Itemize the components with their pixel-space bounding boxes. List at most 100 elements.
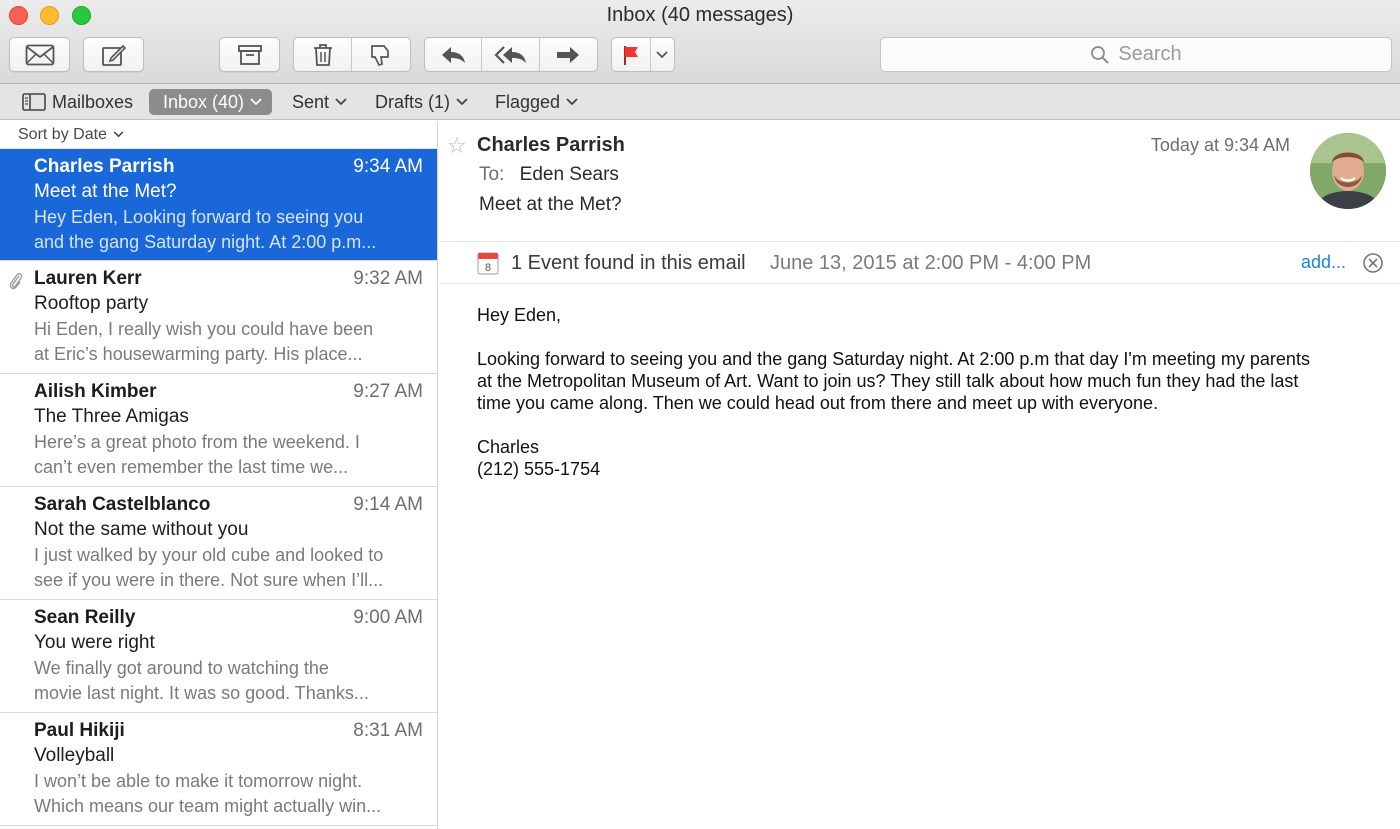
message-row[interactable]: Sarah Castelblanco 9:14 AM Not the same … <box>0 487 437 600</box>
message-subject: You were right <box>34 632 155 653</box>
calendar-icon: 8 <box>477 252 499 275</box>
message-subject: Volleyball <box>34 745 115 766</box>
message-preview-line: Here’s a great photo from the weekend. I <box>34 432 360 452</box>
message-preview-line: Hi Eden, I really wish you could have be… <box>34 319 374 339</box>
archive-button[interactable] <box>219 37 280 72</box>
message-preview-line: at Eric’s housewarming party. His place.… <box>34 344 363 364</box>
add-event-link[interactable]: add... <box>1301 252 1346 273</box>
message-preview-line: see if you were in there. Not sure when … <box>34 570 384 590</box>
message-preview-line: We finally got around to watching the <box>34 658 329 678</box>
message-preview: Here’s a great photo from the weekend. I… <box>34 430 423 480</box>
body-line: time you came along. Then we could head … <box>477 393 1159 413</box>
message-sender: Sarah Castelblanco <box>34 494 211 515</box>
event-banner: 8 1 Event found in this email June 13, 2… <box>439 242 1400 284</box>
junk-icon <box>371 44 389 66</box>
body-line: Looking forward to seeing you and the ga… <box>477 349 1310 369</box>
message-header: ☆ Charles Parrish Today at 9:34 AM To: E… <box>439 121 1400 242</box>
message-sender: Lauren Kerr <box>34 268 142 289</box>
message-preview: Hey Eden, Looking forward to seeing you … <box>34 205 423 255</box>
junk-button[interactable] <box>352 38 410 71</box>
archive-icon <box>237 44 262 65</box>
body-greeting: Hey Eden, <box>477 305 562 325</box>
star-icon[interactable]: ☆ <box>447 133 467 159</box>
favorite-flagged-label: Flagged <box>495 91 561 112</box>
signature-phone[interactable]: (212) 555-1754 <box>477 458 1377 480</box>
message-row[interactable]: Charles Parrish 9:34 AM Meet at the Met?… <box>0 149 437 261</box>
message-time: 9:34 AM <box>353 156 423 177</box>
event-date: June 13, 2015 at 2:00 PM - 4:00 PM <box>770 252 1092 274</box>
favorite-sent-label: Sent <box>292 91 330 112</box>
message-preview-line: Which means our team might actually win.… <box>34 796 382 816</box>
reply-icon <box>442 46 466 63</box>
favorite-drafts[interactable]: Drafts (1) <box>369 89 474 115</box>
recipient-name[interactable]: Eden Sears <box>520 164 619 185</box>
mailboxes-label: Mailboxes <box>52 91 134 112</box>
signature-name: Charles <box>477 437 540 457</box>
event-found-text: 1 Event found in this email <box>511 252 746 274</box>
message-preview-line: can’t even remember the last time we... <box>34 457 349 477</box>
message-sender: Ailish Kimber <box>34 381 157 402</box>
get-mail-button[interactable] <box>9 37 70 72</box>
delete-junk-group <box>293 37 411 72</box>
message-time: 9:27 AM <box>353 381 423 402</box>
message-subject: The Three Amigas <box>34 406 189 427</box>
chevron-down-icon <box>113 131 124 138</box>
message-sender: Charles Parrish <box>34 156 175 177</box>
favorite-drafts-label: Drafts (1) <box>375 91 451 112</box>
reply-all-button[interactable] <box>482 38 540 71</box>
sort-label: Sort by Date <box>18 125 107 143</box>
sort-by-button[interactable]: Sort by Date <box>0 121 437 149</box>
message-subject: Rooftop party <box>34 293 149 314</box>
favorite-inbox[interactable]: Inbox (40) <box>149 89 273 115</box>
search-input[interactable]: Search <box>880 37 1392 72</box>
message-subject: Not the same without you <box>34 519 249 540</box>
chevron-down-icon <box>250 98 262 106</box>
favorite-flagged[interactable]: Flagged <box>489 89 584 115</box>
message-preview-line: I just walked by your old cube and looke… <box>34 545 384 565</box>
message-list: Sort by Date Charles Parrish 9:34 AM Mee… <box>0 121 438 829</box>
message-preview: I just walked by your old cube and looke… <box>34 543 423 593</box>
close-circle-icon[interactable] <box>1362 252 1384 274</box>
favorite-sent[interactable]: Sent <box>286 89 353 115</box>
flag-icon <box>623 45 638 65</box>
message-viewer: ☆ Charles Parrish Today at 9:34 AM To: E… <box>439 121 1400 829</box>
message-time: 9:14 AM <box>353 494 423 515</box>
message-sender: Paul Hikiji <box>34 720 125 741</box>
message-row[interactable]: Lauren Kerr 9:32 AM Rooftop party Hi Ede… <box>0 261 437 374</box>
message-body: Hey Eden, Looking forward to seeing you … <box>477 304 1377 480</box>
compose-button[interactable] <box>83 37 144 72</box>
body-line: at the Metropolitan Museum of Art. Want … <box>477 371 1299 391</box>
flag-group <box>611 37 675 72</box>
delete-button[interactable] <box>294 38 353 71</box>
flag-button[interactable] <box>612 38 651 71</box>
message-row[interactable]: Ailish Kimber 9:27 AM The Three Amigas H… <box>0 374 437 487</box>
mailboxes-button[interactable]: Mailboxes <box>16 89 139 115</box>
reply-button[interactable] <box>425 38 483 71</box>
avatar <box>1310 133 1386 209</box>
message-row[interactable]: Paul Hikiji 8:31 AM Volleyball I won’t b… <box>0 713 437 826</box>
attachment-icon <box>9 273 23 290</box>
favorite-inbox-label: Inbox (40) <box>163 91 245 112</box>
message-from[interactable]: Charles Parrish <box>477 134 625 157</box>
message-preview-line: movie last night. It was so good. Thanks… <box>34 683 369 703</box>
mail-icon <box>25 44 54 65</box>
body-paragraph: Looking forward to seeing you and the ga… <box>477 348 1377 414</box>
window-title: Inbox (40 messages) <box>606 4 794 26</box>
chevron-down-icon <box>456 98 468 106</box>
message-time: 9:32 AM <box>353 268 423 289</box>
message-preview: I won’t be able to make it tomorrow nigh… <box>34 769 423 819</box>
window-titlebar: Inbox (40 messages) Search <box>0 0 1400 84</box>
message-row[interactable]: Sean Reilly 9:00 AM You were right We fi… <box>0 600 437 713</box>
chevron-down-icon <box>335 98 347 106</box>
message-recipients: To: Eden Sears <box>479 164 619 186</box>
message-time: 9:00 AM <box>353 607 423 628</box>
message-sender: Sean Reilly <box>34 607 136 628</box>
calendar-day: 8 <box>485 262 491 274</box>
reply-group <box>424 37 598 72</box>
message-subject: Meet at the Met? <box>34 181 177 202</box>
message-preview-line: Hey Eden, Looking forward to seeing you <box>34 207 364 227</box>
flag-menu-button[interactable] <box>651 38 674 71</box>
message-time: 8:31 AM <box>353 720 423 741</box>
forward-button[interactable] <box>540 38 597 71</box>
compose-icon <box>101 44 126 66</box>
